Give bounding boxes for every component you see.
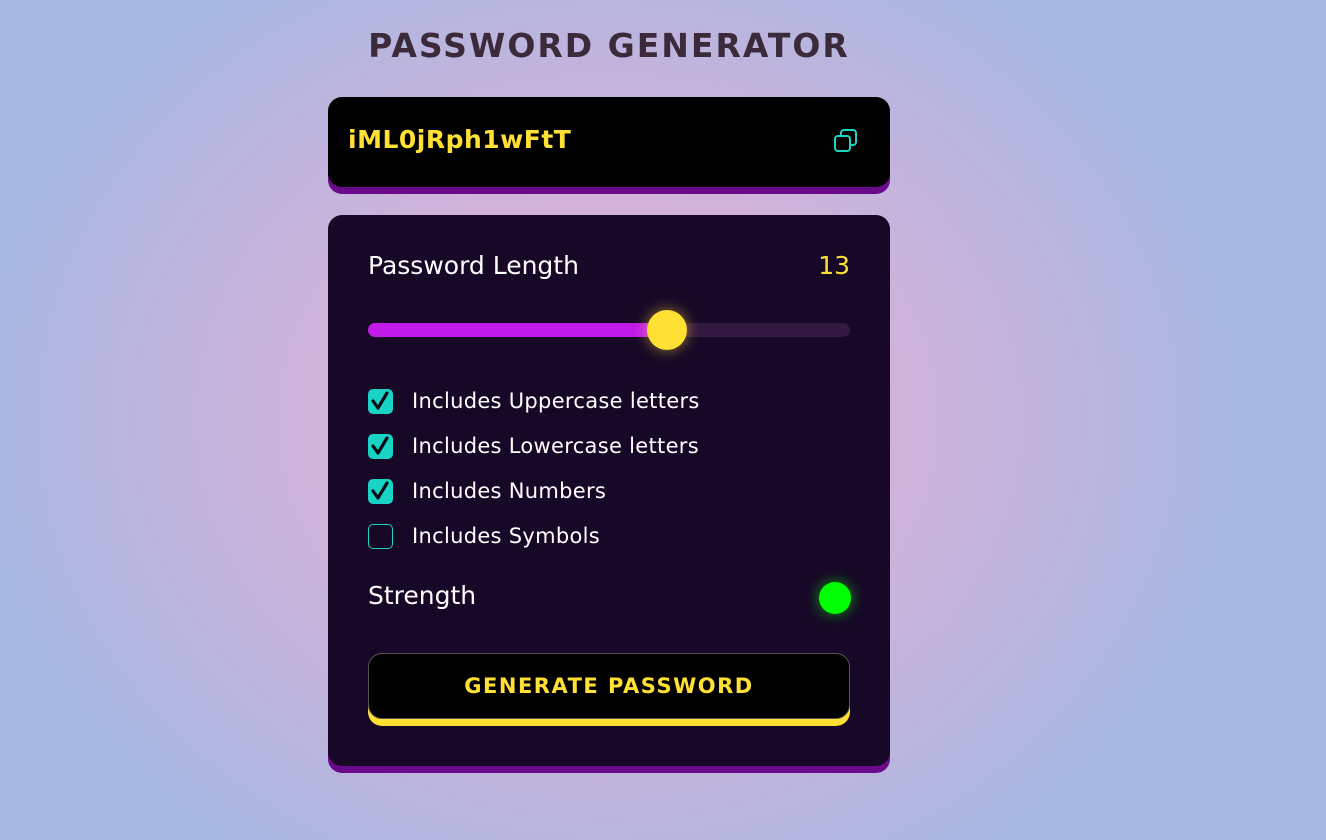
password-display: iML0jRph1wFtT	[328, 97, 890, 187]
checkmark-icon	[371, 480, 389, 500]
settings-panel: Password Length 13 Includes Uppercase le…	[328, 215, 890, 766]
length-slider-fill	[368, 323, 667, 337]
strength-indicator	[819, 582, 851, 614]
option-label: Includes Numbers	[412, 479, 607, 503]
length-slider[interactable]	[368, 310, 850, 350]
lowercase-checkbox[interactable]	[368, 433, 393, 459]
option-symbols[interactable]: Includes Symbols	[368, 523, 600, 549]
symbols-checkbox[interactable]	[368, 523, 393, 549]
checkmark-icon	[371, 435, 389, 455]
option-label: Includes Symbols	[412, 524, 601, 548]
checkmark-icon	[371, 390, 389, 410]
generate-password-button[interactable]: GENERATE PASSWORD	[368, 653, 850, 719]
option-lowercase[interactable]: Includes Lowercase letters	[368, 433, 699, 459]
strength-label: Strength	[368, 581, 477, 610]
password-length-value: 13	[818, 251, 850, 280]
generate-button-label: GENERATE PASSWORD	[464, 674, 754, 698]
option-numbers[interactable]: Includes Numbers	[368, 478, 606, 504]
copy-icon[interactable]	[833, 128, 859, 154]
numbers-checkbox[interactable]	[368, 478, 393, 504]
generated-password[interactable]: iML0jRph1wFtT	[348, 125, 571, 154]
page-title: PASSWORD GENERATOR	[368, 26, 850, 65]
uppercase-checkbox[interactable]	[368, 388, 393, 414]
option-uppercase[interactable]: Includes Uppercase letters	[368, 388, 700, 414]
option-label: Includes Uppercase letters	[412, 389, 700, 413]
option-label: Includes Lowercase letters	[412, 434, 699, 458]
length-slider-thumb[interactable]	[646, 310, 687, 350]
password-length-label: Password Length	[368, 251, 579, 280]
